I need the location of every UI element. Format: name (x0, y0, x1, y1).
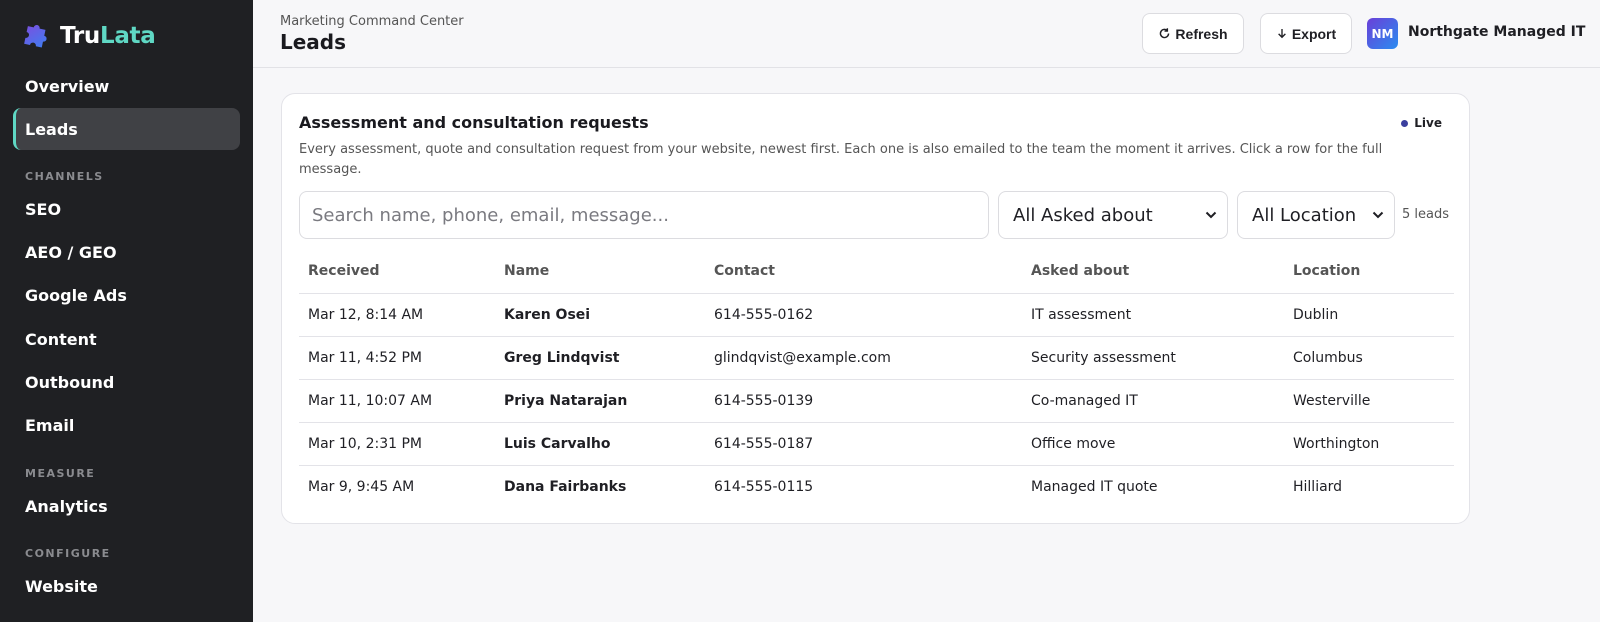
brand-name-part1: Tru (60, 23, 100, 49)
table-row[interactable]: Mar 11, 4:52 PM Greg Lindqvist glindqvis… (299, 336, 1454, 380)
top-header: Marketing Command Center Leads Refresh E… (253, 0, 1600, 68)
cell-location: Columbus (1284, 336, 1454, 380)
search-input[interactable] (299, 191, 989, 239)
cell-location: Hilliard (1293, 478, 1343, 495)
location-filter[interactable]: All Location (1237, 191, 1395, 239)
cell-contact: 614-555-0139 (705, 379, 1022, 423)
export-label: Export (1291, 25, 1337, 42)
leads-table: Received Name Contact Asked about Locati… (299, 249, 1454, 508)
breadcrumb[interactable]: Marketing Command Center (280, 14, 464, 29)
asked-about-filter-value: All Asked about (1013, 204, 1153, 226)
cell-received: Mar 12, 8:14 AM (299, 293, 495, 337)
avatar[interactable]: NM (1367, 18, 1398, 49)
sidebar-item-email[interactable]: Email (13, 404, 240, 446)
cell-received: Mar 9, 9:45 AM (308, 478, 415, 495)
card-title: Assessment and consultation requests (299, 113, 649, 132)
sidebar-item-leads[interactable]: Leads (13, 108, 240, 150)
sidebar-item-overview[interactable]: Overview (13, 65, 240, 107)
sidebar-item-google-ads[interactable]: Google Ads (13, 274, 240, 316)
col-header-received[interactable]: Received (299, 249, 495, 294)
refresh-icon (1160, 28, 1170, 39)
arrow-down-icon (1277, 29, 1286, 39)
leads-card: Assessment and consultation requests Liv… (281, 93, 1470, 524)
table-row[interactable]: Mar 12, 8:14 AM Karen Osei 614-555-0162 … (299, 293, 1454, 337)
section-label-channels: CHANNELS (25, 170, 104, 183)
cell-received: Mar 11, 10:07 AM (299, 379, 495, 423)
chevron-down-icon (1372, 211, 1384, 219)
card-description: Every assessment, quote and consultation… (299, 142, 1383, 177)
section-label-configure: CONFIGURE (25, 547, 111, 560)
cell-asked-about: Managed IT quote (1031, 478, 1158, 495)
cell-contact: 614-555-0187 (705, 422, 1022, 466)
refresh-label: Refresh (1175, 25, 1228, 42)
table-row[interactable]: Mar 11, 10:07 AM Priya Natarajan 614-555… (299, 379, 1454, 423)
sidebar-item-website[interactable]: Website (13, 565, 240, 607)
cell-name: Greg Lindqvist (495, 336, 705, 380)
brand-name: TruLata (60, 23, 156, 49)
col-header-asked-about[interactable]: Asked about (1022, 249, 1284, 294)
sidebar-item-analytics[interactable]: Analytics (13, 485, 240, 527)
cell-name: Priya Natarajan (495, 379, 705, 423)
live-dot-icon (1401, 119, 1409, 127)
cell-name: Luis Carvalho (495, 422, 705, 466)
cell-location: Worthington (1284, 422, 1454, 466)
page-title: Leads (280, 30, 347, 54)
cell-location: Westerville (1284, 379, 1454, 423)
col-header-name[interactable]: Name (495, 249, 705, 294)
section-label-measure: MEASURE (25, 467, 96, 480)
lead-count: 5 leads (1402, 207, 1450, 222)
export-button[interactable]: Export (1260, 13, 1352, 54)
live-label: Live (1414, 116, 1442, 130)
cell-received: Mar 11, 4:52 PM (299, 336, 495, 380)
cell-asked-about: IT assessment (1022, 293, 1284, 337)
sidebar: TruLata Overview Leads CHANNELS SEO AEO … (0, 0, 253, 622)
cell-received: Mar 10, 2:31 PM (299, 422, 495, 466)
cell-contact: glindqvist@example.com (705, 336, 1022, 380)
cell-contact: 614-555-0115 (714, 478, 814, 495)
cell-asked-about: Security assessment (1022, 336, 1284, 380)
cell-location: Dublin (1284, 293, 1454, 337)
table-row[interactable]: Mar 10, 2:31 PM Luis Carvalho 614-555-01… (299, 422, 1454, 466)
cell-asked-about: Co-managed IT (1022, 379, 1284, 423)
location-filter-value: All Location (1252, 204, 1357, 226)
sidebar-item-seo[interactable]: SEO (13, 188, 240, 230)
live-badge: Live (1401, 116, 1442, 130)
brand-name-part2: Lata (99, 23, 156, 49)
sidebar-item-aeo-geo[interactable]: AEO / GEO (13, 231, 240, 273)
puzzle-logo-icon (24, 24, 47, 48)
sidebar-item-content[interactable]: Content (13, 318, 240, 360)
cell-name: Karen Osei (495, 293, 705, 337)
table-row[interactable]: Mar 9, 9:45 AM Dana Fairbanks 614-555-01… (299, 465, 1454, 508)
col-header-location[interactable]: Location (1284, 249, 1454, 294)
brand-logo[interactable]: TruLata (22, 22, 156, 50)
cell-contact: 614-555-0162 (705, 293, 1022, 337)
col-header-contact[interactable]: Contact (705, 249, 1022, 294)
org-name[interactable]: Northgate Managed IT (1408, 24, 1585, 40)
table-header-row: Received Name Contact Asked about Locati… (299, 249, 1454, 294)
chevron-down-icon (1205, 211, 1217, 219)
asked-about-filter[interactable]: All Asked about (998, 191, 1228, 239)
sidebar-item-outbound[interactable]: Outbound (13, 361, 240, 403)
cell-name: Dana Fairbanks (504, 478, 627, 495)
cell-asked-about: Office move (1022, 422, 1284, 466)
refresh-button[interactable]: Refresh (1142, 13, 1244, 54)
